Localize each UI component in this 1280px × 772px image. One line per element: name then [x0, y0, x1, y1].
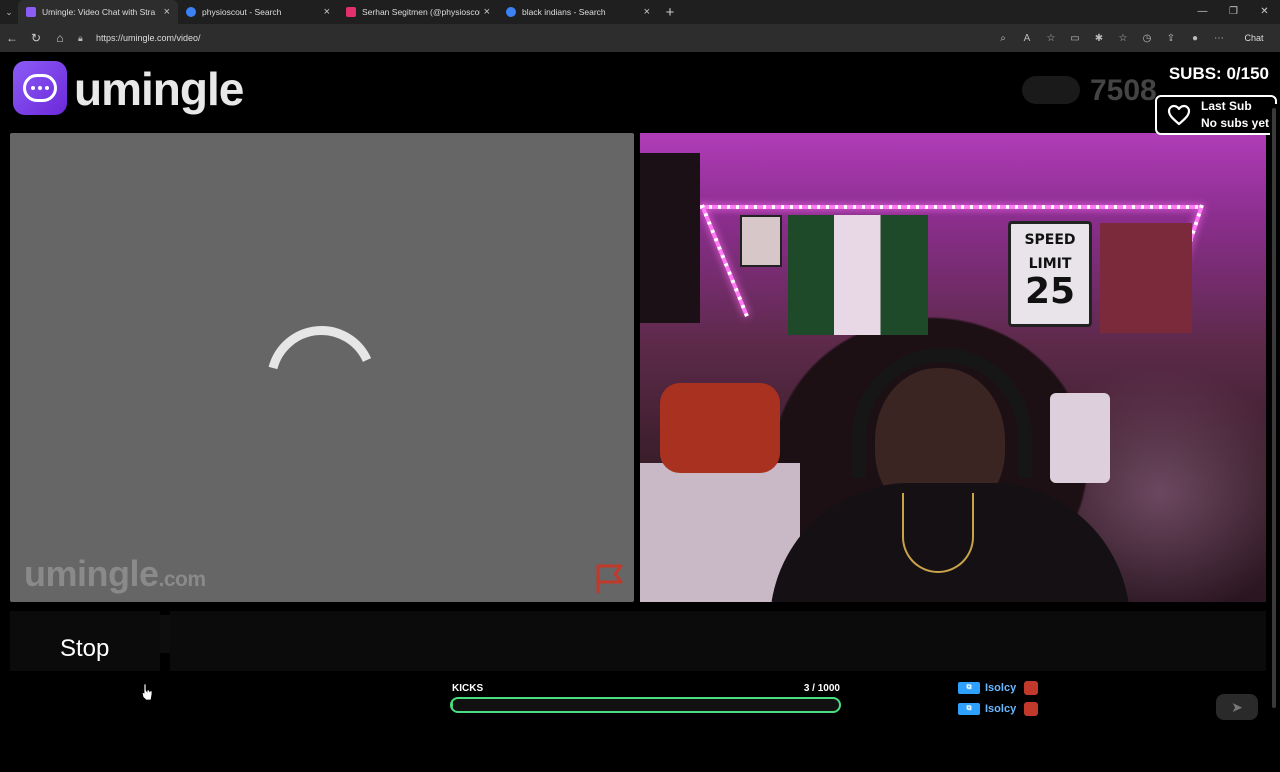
toolbar-icons: ⌕ A ☆ ▭ ✱ ☆ ◷ ⇪ ● ⋯ Chat [992, 24, 1276, 52]
umingle-logo-icon[interactable] [13, 61, 67, 115]
anime-poster [1100, 223, 1192, 333]
report-flag-icon[interactable] [593, 561, 627, 595]
framed-picture [740, 215, 782, 267]
feed-username: Isolcy [985, 703, 1017, 715]
history-icon[interactable]: ◷ [1136, 33, 1158, 44]
feed-username: Isolcy [985, 682, 1017, 694]
tab-title: physioscout - Search [202, 7, 282, 17]
kicks-progress-bar [450, 697, 841, 713]
tab-title: black indians - Search [522, 7, 606, 17]
tab-close-icon[interactable]: × [644, 6, 650, 18]
puzzle-icon[interactable]: ✱ [1088, 33, 1110, 44]
feed-item: ⧉ Isolcy [958, 681, 1039, 695]
umingle-watermark: umingle.com [24, 553, 206, 595]
window-close-icon[interactable]: ✕ [1249, 0, 1280, 24]
last-sub-box: Last Sub No subs yet [1155, 95, 1277, 135]
online-toggle[interactable] [1022, 76, 1080, 104]
stranger-video: umingle.com [10, 133, 634, 602]
instagram-favicon-icon [346, 7, 356, 17]
gold-chain [902, 493, 974, 573]
home-icon[interactable]: ⌂ [48, 31, 72, 45]
sign-number: 25 [1024, 271, 1076, 312]
zoom-icon[interactable]: ⌕ [992, 33, 1014, 44]
stop-panel: Stop [10, 611, 160, 671]
emote-icon [1024, 702, 1039, 716]
loading-spinner-icon [268, 326, 372, 370]
back-icon[interactable]: ← [0, 31, 24, 45]
minimize-icon[interactable]: — [1187, 0, 1218, 24]
umingle-logo-text[interactable]: umingle [74, 62, 244, 116]
tab-physioscout-search[interactable]: physioscout - Search × [178, 0, 338, 24]
emote-icon [1024, 681, 1039, 695]
subs-counter: SUBS: 0/150 [1168, 64, 1269, 83]
copilot-chat-button[interactable]: Chat [1232, 33, 1276, 43]
more-options-icon[interactable]: ⋯ [1208, 33, 1230, 44]
tab-black-indians-search[interactable]: black indians - Search × [498, 0, 658, 24]
browser-tab-bar: ⌄ Umingle: Video Chat with Stra × physio… [0, 0, 1280, 24]
speed-limit-sign: SPEED LIMIT 25 [1008, 221, 1092, 327]
profile-icon[interactable]: ● [1184, 33, 1206, 44]
address-bar[interactable]: 🔒︎ https://umingle.com/video/ [70, 28, 1080, 48]
search-favicon-icon [186, 7, 196, 17]
address-text: https://umingle.com/video/ [96, 33, 201, 43]
last-sub-title: Last Sub [1201, 99, 1252, 113]
search-favicon-icon [506, 7, 516, 17]
read-aloud-icon[interactable]: A [1016, 33, 1038, 44]
online-count: 7508 [1090, 74, 1157, 107]
kicks-progress-fill [452, 699, 454, 711]
umingle-favicon-icon [26, 7, 36, 17]
tab-close-icon[interactable]: × [324, 6, 330, 18]
stop-button[interactable]: Stop [60, 635, 109, 663]
chat-input-panel[interactable] [170, 611, 1266, 671]
share-icon[interactable]: ⇪ [1160, 33, 1182, 44]
tab-close-icon[interactable]: × [164, 6, 170, 18]
tab-title: Serhan Segitmen (@physioscout) [362, 7, 480, 17]
kicks-count: 3 / 1000 [803, 683, 840, 694]
maximize-icon[interactable]: ❐ [1218, 0, 1249, 24]
kick-badge-icon: ⧉ [958, 682, 980, 694]
heart-icon [1167, 104, 1191, 126]
tab-umingle[interactable]: Umingle: Video Chat with Stra × [18, 0, 178, 24]
favorite-star-icon[interactable]: ☆ [1040, 33, 1062, 44]
lock-icon: 🔒︎ [78, 32, 83, 43]
kick-badge-icon: ⧉ [958, 703, 980, 715]
new-tab-icon[interactable]: + [658, 4, 682, 21]
favorites-icon[interactable]: ☆ [1112, 33, 1134, 44]
scrollbar-thumb[interactable] [1272, 108, 1276, 708]
send-arrow-icon[interactable]: ➤ [1216, 694, 1258, 720]
reload-icon[interactable]: ↻ [24, 31, 48, 45]
tab-instagram-profile[interactable]: Serhan Segitmen (@physioscout) × [338, 0, 498, 24]
watermark-main: umingle [24, 553, 159, 594]
last-sub-value: No subs yet [1201, 116, 1270, 130]
self-video: SPEED LIMIT 25 [640, 133, 1266, 602]
browser-toolbar: ← ↻ ⌂ 🔒︎ https://umingle.com/video/ ⌕ A … [0, 24, 1280, 52]
mouse-cursor-icon [141, 683, 153, 701]
tab-close-icon[interactable]: × [484, 6, 490, 18]
one-piece-flag [640, 153, 700, 323]
watermark-suffix: .com [158, 568, 207, 591]
extension-icon[interactable]: ▭ [1064, 33, 1086, 44]
pillow [660, 383, 780, 473]
sign-line-1: SPEED [1024, 232, 1076, 248]
tab-actions-menu-icon[interactable]: ⌄ [0, 0, 18, 24]
kicks-label: KICKS [452, 683, 484, 694]
sign-line-2: LIMIT [1028, 256, 1072, 272]
suitcase [1050, 393, 1110, 483]
feed-item: ⧉ Isolcy [958, 702, 1039, 716]
wall-flag [788, 215, 928, 335]
led-strip [700, 205, 1200, 209]
tab-title: Umingle: Video Chat with Stra [42, 7, 156, 17]
window-controls: — ❐ ✕ [1187, 0, 1280, 24]
